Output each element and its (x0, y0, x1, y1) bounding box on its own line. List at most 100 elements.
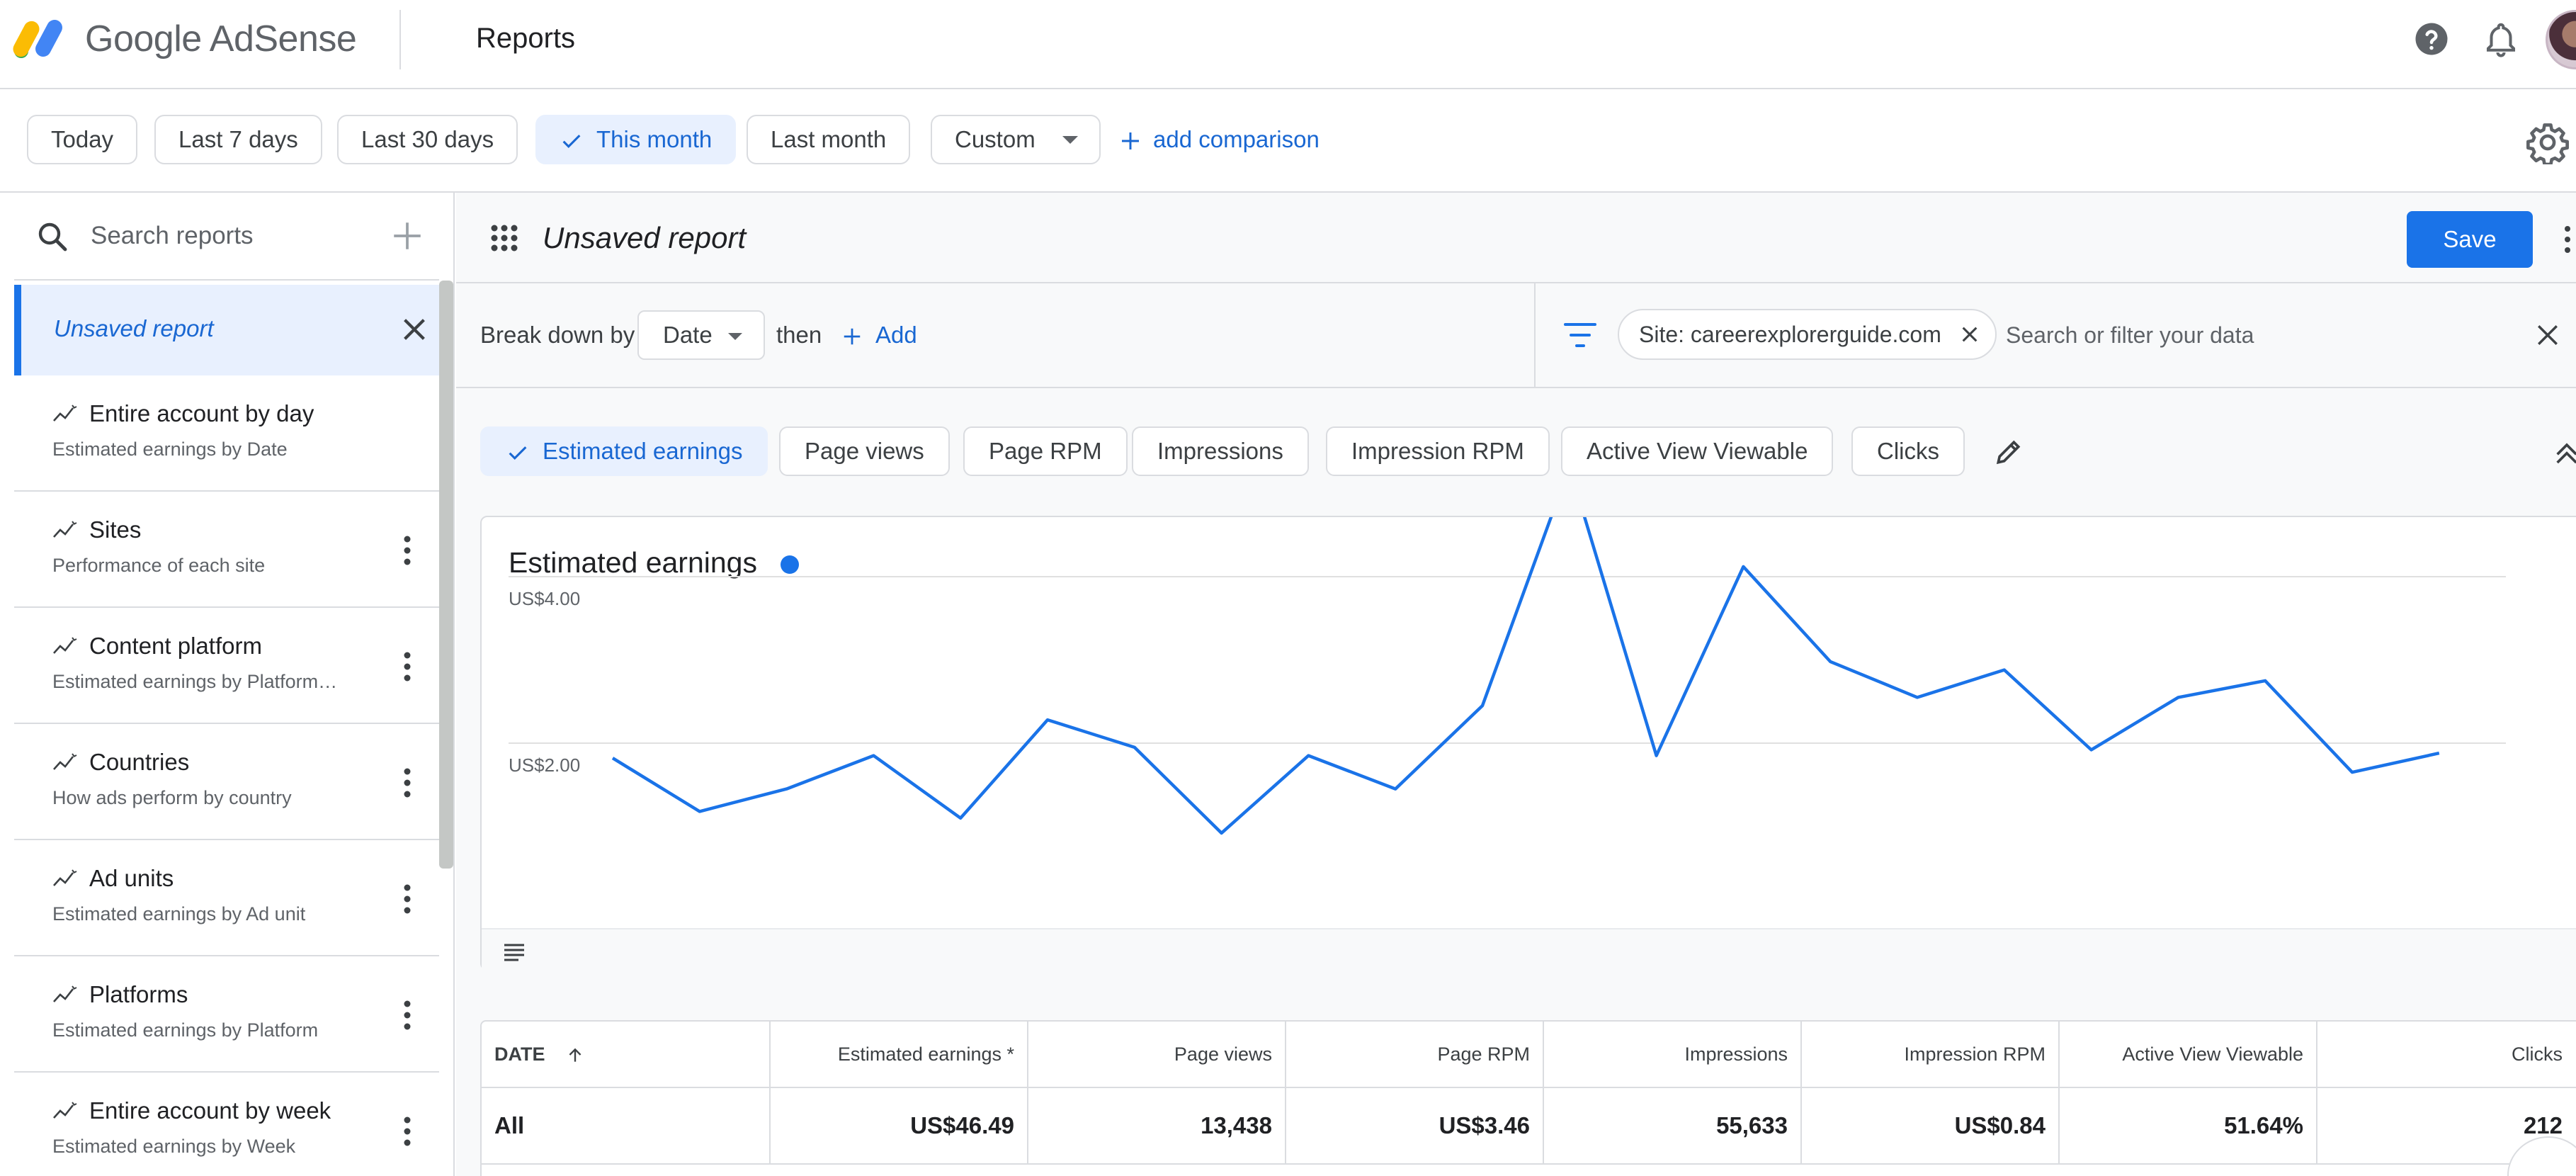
table-cell: 55,633 (1544, 1088, 1802, 1163)
auto-report-icon (53, 985, 77, 1002)
table-cell: All (482, 1088, 771, 1163)
search-reports-row (14, 193, 439, 281)
metric-chip-page-rpm[interactable]: Page RPM (963, 426, 1128, 476)
sidebar-item-entire-account-by-week[interactable]: Entire account by week Estimated earning… (14, 1073, 439, 1176)
add-comparison-button[interactable]: add comparison (1119, 115, 1320, 164)
auto-report-icon (53, 405, 77, 422)
sidebar-item-ad-units[interactable]: Ad units Estimated earnings by Ad unit (14, 840, 439, 956)
plus-icon[interactable] (390, 218, 425, 254)
table-cell: US$0.84 (1802, 1088, 2060, 1163)
date-chip-last-30-days[interactable]: Last 30 days (337, 115, 518, 164)
sidebar-scrollbar[interactable] (439, 281, 453, 869)
search-icon (38, 222, 67, 251)
sidebar-item-subtitle: Estimated earnings by Date (52, 439, 288, 460)
auto-report-icon (53, 1102, 77, 1119)
column-header-page-views[interactable]: Page views (1028, 1022, 1286, 1087)
metric-chip-impressions[interactable]: Impressions (1132, 426, 1309, 476)
metric-chip-estimated-earnings[interactable]: Estimated earnings (480, 426, 768, 476)
collapse-icon[interactable] (2553, 438, 2576, 466)
more-vert-icon[interactable] (402, 534, 412, 567)
sidebar-item-sites[interactable]: Sites Performance of each site (14, 492, 439, 608)
auto-report-icon (53, 521, 77, 538)
sidebar-item-subtitle: Estimated earnings by Week (52, 1136, 296, 1157)
more-vert-icon[interactable] (402, 1115, 412, 1148)
date-chip-custom[interactable]: Custom (931, 115, 1101, 164)
table-view-icon[interactable] (503, 942, 526, 962)
notifications-icon[interactable] (2482, 20, 2520, 58)
report-header: Unsaved report Save (456, 193, 2576, 283)
column-header-impression-rpm[interactable]: Impression RPM (1802, 1022, 2060, 1087)
column-header-estimated-earnings[interactable]: Estimated earnings * (771, 1022, 1028, 1087)
series-line-estimated-earnings[interactable] (611, 517, 2440, 835)
column-header-clicks[interactable]: Clicks (2317, 1022, 2575, 1087)
report-title[interactable]: Unsaved report (543, 220, 746, 256)
auto-report-icon (53, 869, 77, 886)
metric-chip-active-view-viewable[interactable]: Active View Viewable (1561, 426, 1834, 476)
sidebar-item-platforms[interactable]: Platforms Estimated earnings by Platform (14, 956, 439, 1073)
y-tick-label: US$2.00 (509, 754, 580, 776)
adsense-logo-icon[interactable] (11, 14, 69, 61)
more-vert-icon[interactable] (402, 767, 412, 799)
metric-chip-impression-rpm[interactable]: Impression RPM (1326, 426, 1550, 476)
arrow-up-icon (569, 1048, 581, 1062)
sidebar-item-countries[interactable]: Countries How ads perform by country (14, 724, 439, 840)
gear-icon[interactable] (2526, 120, 2570, 164)
sidebar-item-content-platform[interactable]: Content platform Estimated earnings by P… (14, 608, 439, 724)
brand-name[interactable]: Google AdSense (85, 16, 357, 62)
sidebar-item-title: Sites (89, 516, 142, 543)
sidebar-item-subtitle: How ads perform by country (52, 787, 292, 808)
close-icon[interactable] (398, 313, 431, 346)
report-main: Unsaved report Save Break down by Date t… (456, 193, 2576, 1176)
date-chip-this-month[interactable]: This month (535, 115, 737, 164)
close-icon[interactable] (2536, 323, 2560, 347)
check-icon (562, 135, 581, 149)
sidebar-item-subtitle: Estimated earnings by Platform (52, 1019, 319, 1041)
table-cell: 13,438 (1028, 1088, 1286, 1163)
edit-pencil-icon[interactable] (1993, 436, 2024, 468)
metric-chip-clicks[interactable]: Clicks (1851, 426, 1965, 476)
apps-grid-icon[interactable] (490, 224, 518, 252)
help-icon[interactable] (2412, 20, 2451, 58)
date-chip-today[interactable]: Today (27, 115, 138, 164)
table-cell: 51.64% (2060, 1088, 2317, 1163)
column-header-date[interactable]: DATE (482, 1022, 771, 1087)
search-reports-input[interactable] (89, 213, 373, 259)
more-vert-icon[interactable] (402, 650, 412, 683)
check-icon (509, 446, 527, 460)
chevron-down-icon (1062, 136, 1078, 144)
page-title: Reports (476, 23, 576, 54)
sidebar-item-title: Platforms (89, 981, 188, 1007)
more-vert-icon[interactable] (402, 999, 412, 1031)
date-range-bar: Today Last 7 days Last 30 days This mont… (0, 89, 2576, 193)
column-header-impressions[interactable]: Impressions (1544, 1022, 1802, 1087)
plus-icon (1122, 132, 1139, 150)
breakdown-label: Break down by (480, 322, 635, 348)
save-button[interactable]: Save (2407, 211, 2533, 268)
date-chip-last-7-days[interactable]: Last 7 days (154, 115, 322, 164)
metric-chip-page-views[interactable]: Page views (779, 426, 950, 476)
site-filter-chip[interactable]: Site: careerexplorerguide.com (1618, 309, 1997, 360)
filter-search-input[interactable] (2004, 312, 2500, 358)
sidebar-item-unsaved-report[interactable]: Unsaved report (14, 285, 439, 375)
sidebar-item-title: Entire account by week (89, 1097, 331, 1124)
y-tick-label: US$4.00 (509, 588, 580, 609)
sidebar-item-title: Countries (89, 749, 190, 775)
column-header-page-rpm[interactable]: Page RPM (1286, 1022, 1544, 1087)
app-header: Google AdSense Reports (0, 0, 2576, 89)
breakdown-dropdown[interactable]: Date (637, 310, 765, 360)
add-breakdown-button[interactable]: Add (841, 319, 917, 351)
more-vert-icon[interactable] (402, 883, 412, 915)
report-table: DATE Estimated earnings * Page views Pag… (480, 1020, 2576, 1176)
sidebar-item-entire-account-by-day[interactable]: Entire account by day Estimated earnings… (14, 375, 439, 492)
more-vert-icon[interactable] (2563, 224, 2572, 255)
reports-sidebar: Unsaved report Entire account by day Est… (0, 193, 455, 1176)
then-label: then (776, 322, 822, 348)
sidebar-item-subtitle: Performance of each site (52, 555, 266, 576)
sidebar-item-title: Content platform (89, 633, 262, 659)
column-header-active-view-viewable[interactable]: Active View Viewable (2060, 1022, 2317, 1087)
avatar[interactable] (2546, 10, 2576, 69)
close-icon[interactable] (1960, 324, 1980, 344)
date-chip-last-month[interactable]: Last month (747, 115, 911, 164)
chevron-down-icon (728, 333, 742, 340)
filter-icon[interactable] (1562, 319, 1598, 351)
